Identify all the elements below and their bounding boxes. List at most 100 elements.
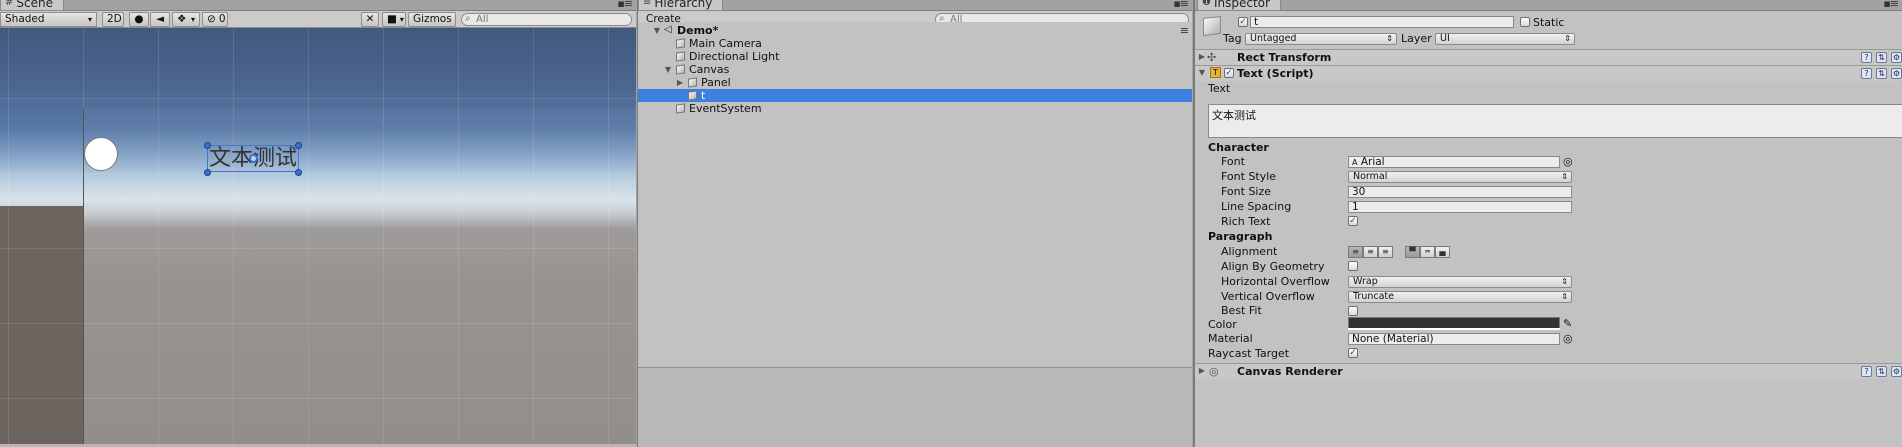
rect-handle-bottom-left[interactable] <box>204 169 211 176</box>
material-field[interactable]: None (Material) <box>1348 333 1560 345</box>
eyedropper-icon[interactable]: ✎ <box>1563 317 1572 330</box>
vertical-alignment-group: ▀ ═ ▄ <box>1405 246 1450 258</box>
effects-dropdown[interactable]: ❖ ▾ <box>172 12 200 27</box>
tag-label: Tag <box>1223 32 1242 45</box>
scene-tab-menu-icon[interactable]: ▪≡ <box>617 0 633 10</box>
shading-mode-dropdown[interactable]: Shaded ▾ <box>0 12 97 27</box>
tree-item-panel[interactable]: ▶ Panel <box>638 76 1192 89</box>
gear-icon[interactable]: ⚙ <box>1891 366 1902 377</box>
tree-item-eventsystem[interactable]: EventSystem <box>638 102 1192 115</box>
line-spacing-field[interactable]: 1 <box>1348 201 1572 213</box>
rect-handle-top-left[interactable] <box>204 142 211 149</box>
expand-triangle-icon[interactable]: ▼ <box>652 24 662 37</box>
rect-transform-header[interactable]: ▶ ✣ Rect Transform ? ⇅ ⚙ <box>1195 49 1902 65</box>
object-picker-icon[interactable]: ◎ <box>1563 155 1573 168</box>
scene-tab[interactable]: # Scene <box>0 0 64 11</box>
font-style-dropdown[interactable]: Normal ⇕ <box>1348 171 1572 183</box>
search-icon: ⌕ <box>465 13 471 24</box>
rect-handle-bottom-right[interactable] <box>295 169 302 176</box>
tree-item-canvas[interactable]: ▼ Canvas <box>638 63 1192 76</box>
align-middle-icon[interactable]: ═ <box>1420 246 1435 258</box>
audio-toggle-button[interactable]: ◄ <box>150 12 170 27</box>
hidden-objects-toggle[interactable]: ⊘ 0 <box>202 12 228 27</box>
lightbulb-icon: ● <box>134 13 144 25</box>
align-center-icon[interactable]: ≡ <box>1363 246 1378 258</box>
preset-icon[interactable]: ⇅ <box>1876 68 1887 79</box>
inspector-panel: ❶ Inspector ▪≡ ✓ t Static Tag Untagged ⇕… <box>1193 0 1902 447</box>
collapse-triangle-icon[interactable]: ▶ <box>675 76 685 89</box>
vertical-overflow-dropdown[interactable]: Truncate ⇕ <box>1348 291 1572 303</box>
align-bottom-icon[interactable]: ▄ <box>1435 246 1450 258</box>
lighting-toggle-button[interactable]: ● <box>129 12 149 27</box>
chevron-updown-icon: ⇕ <box>1561 277 1568 286</box>
help-book-icon[interactable]: ? <box>1861 52 1872 63</box>
scene-tabbar: # Scene ▪≡ <box>0 0 636 11</box>
collapse-triangle-icon[interactable]: ▶ <box>1197 366 1207 375</box>
gizmos-dropdown[interactable]: Gizmos ▾ <box>408 12 456 27</box>
help-book-icon[interactable]: ? <box>1861 68 1872 79</box>
inspector-tab[interactable]: ❶ Inspector <box>1197 0 1281 11</box>
scene-search-input[interactable] <box>476 14 631 25</box>
font-field[interactable]: A Arial <box>1348 156 1560 168</box>
scene-root-row[interactable]: ▼ ◁ Demo* ≡ <box>638 24 1192 37</box>
preset-icon[interactable]: ⇅ <box>1876 366 1887 377</box>
rich-text-checkbox[interactable]: ✓ <box>1348 216 1358 226</box>
text-content-field[interactable]: 文本测试 <box>1208 104 1902 138</box>
help-book-icon[interactable]: ? <box>1861 366 1872 377</box>
inspector-body: ✓ t Static Tag Untagged ⇕ Layer UI ⇕ ▶ ✣… <box>1195 11 1902 447</box>
align-top-icon[interactable]: ▀ <box>1405 246 1420 258</box>
scene-search-box[interactable]: ⌕ <box>461 13 632 26</box>
rect-transform-icon: ✣ <box>1207 51 1217 64</box>
hierarchy-tree: ▼ ◁ Demo* ≡ Main Camera Directional Ligh… <box>638 22 1192 367</box>
tools-button[interactable]: ✕ <box>361 12 379 27</box>
2d-toggle-button[interactable]: 2D <box>102 12 124 27</box>
gear-icon[interactable]: ⚙ <box>1891 52 1902 63</box>
tree-item-t[interactable]: t <box>638 89 1192 102</box>
hierarchy-tab-menu-icon[interactable]: ▪≡ <box>1173 0 1189 10</box>
gear-icon[interactable]: ⚙ <box>1891 68 1902 79</box>
text-script-header[interactable]: ▼ T ✓ Text (Script) ? ⇅ ⚙ <box>1195 65 1902 81</box>
tree-item-main-camera[interactable]: Main Camera <box>638 37 1192 50</box>
shading-mode-label: Shaded <box>5 13 45 25</box>
scene-options-icon[interactable]: ≡ <box>1180 24 1189 37</box>
align-right-icon[interactable]: ≡ <box>1378 246 1393 258</box>
panel-circle-object[interactable] <box>84 137 118 171</box>
static-checkbox[interactable] <box>1520 17 1530 27</box>
object-name-field[interactable]: t <box>1250 16 1514 28</box>
effects-icon: ❖ <box>177 13 187 25</box>
text-enabled-checkbox[interactable]: ✓ <box>1224 68 1234 78</box>
pivot-handle[interactable] <box>249 154 258 163</box>
2d-toggle-label: 2D <box>107 13 122 25</box>
raycast-target-checkbox[interactable]: ✓ <box>1348 348 1358 358</box>
camera-dropdown[interactable]: ■ ▾ <box>382 12 406 27</box>
align-by-geometry-checkbox[interactable] <box>1348 261 1358 271</box>
horizontal-alignment-group: ≡ ≡ ≡ <box>1348 246 1393 258</box>
collapse-triangle-icon[interactable]: ▶ <box>1197 52 1207 61</box>
font-asset-icon: A <box>1352 158 1358 167</box>
scene-tab-icon: # <box>5 0 14 8</box>
rect-handle-top-right[interactable] <box>295 142 302 149</box>
gameobject-icon <box>688 90 697 101</box>
tree-item-directional-light[interactable]: Directional Light <box>638 50 1192 63</box>
hierarchy-tab[interactable]: ≡ Hierarchy <box>638 0 724 11</box>
active-checkbox[interactable]: ✓ <box>1238 17 1248 27</box>
font-size-field[interactable]: 30 <box>1348 186 1572 198</box>
layer-dropdown[interactable]: UI ⇕ <box>1435 33 1575 45</box>
canvas-renderer-header[interactable]: ▶ ◎ Canvas Renderer ? ⇅ ⚙ <box>1195 363 1902 379</box>
align-left-icon[interactable]: ≡ <box>1348 246 1363 258</box>
raycast-target-label: Raycast Target <box>1208 347 1290 360</box>
hidden-objects-count: 0 <box>218 13 226 25</box>
scene-viewport[interactable]: 文本测试 <box>0 28 636 447</box>
expand-triangle-icon[interactable]: ▼ <box>663 63 673 76</box>
object-picker-icon[interactable]: ◎ <box>1563 332 1573 345</box>
speaker-icon: ◄ <box>155 13 165 25</box>
horizontal-overflow-dropdown[interactable]: Wrap ⇕ <box>1348 276 1572 288</box>
hierarchy-panel: ≡ Hierarchy ▪≡ Create ▾ ⌕ ▼ ◁ Demo* ≡ Ma… <box>637 0 1192 447</box>
tag-dropdown[interactable]: Untagged ⇕ <box>1245 33 1397 45</box>
best-fit-checkbox[interactable] <box>1348 306 1358 316</box>
preset-icon[interactable]: ⇅ <box>1876 52 1887 63</box>
expand-triangle-icon[interactable]: ▼ <box>1197 68 1207 77</box>
component-buttons: ? ⇅ ⚙ <box>1861 52 1902 63</box>
scene-root-label: Demo* <box>677 24 719 37</box>
inspector-tab-menu-icon[interactable]: ▪≡ <box>1883 0 1899 10</box>
